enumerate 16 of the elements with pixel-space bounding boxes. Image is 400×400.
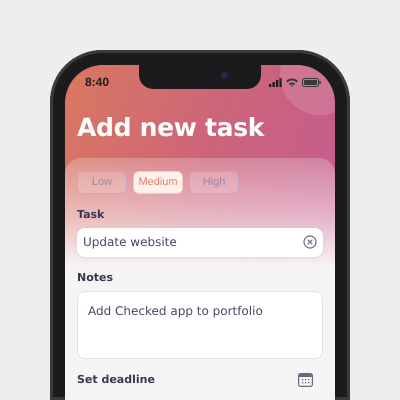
task-input-field[interactable]: Update website <box>77 228 323 256</box>
clear-icon[interactable] <box>303 235 317 249</box>
priority-button[interactable]: Low <box>77 170 127 194</box>
field-label: Set deadline <box>77 372 155 386</box>
field-label: Task <box>77 208 106 220</box>
battery-icon <box>302 78 321 86</box>
signal-icon <box>269 78 282 86</box>
wifi-icon <box>286 78 298 86</box>
status-time: 8:40 <box>85 75 110 89</box>
field-label: Notes <box>77 270 114 284</box>
priority-button[interactable]: High <box>189 170 239 194</box>
page-title: Add new task <box>77 113 266 142</box>
camera-dot <box>221 72 228 79</box>
priority-button[interactable]: Medium <box>133 170 183 194</box>
calendar-icon[interactable] <box>298 372 313 386</box>
notes-input-field[interactable]: Add Checked app to portfolio <box>77 290 323 358</box>
